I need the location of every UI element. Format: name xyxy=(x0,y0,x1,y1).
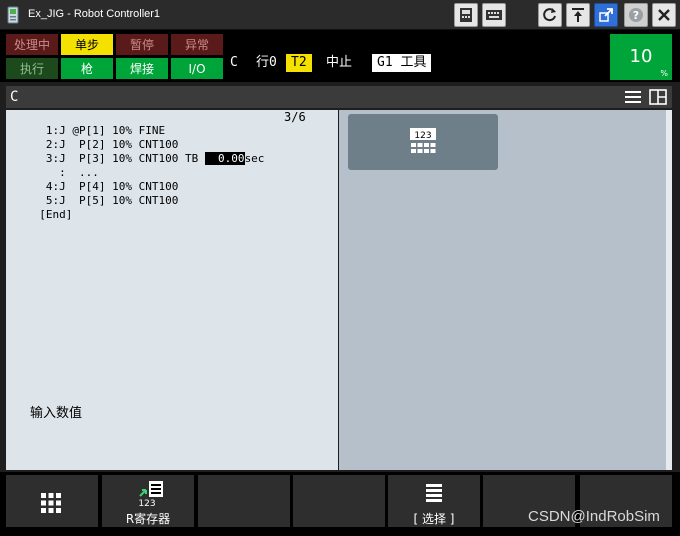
program-line[interactable]: 5:J P[5] 10% CNT100 xyxy=(26,194,178,207)
editor-title: C xyxy=(10,89,19,105)
lamp-run: 执行 xyxy=(6,58,58,79)
hamburger-menu-icon[interactable] xyxy=(624,89,642,105)
program-line[interactable]: 3:J P[3] 10% CNT100 TB 0.00sec xyxy=(26,152,264,165)
app-icon xyxy=(7,6,19,24)
external-button[interactable] xyxy=(594,3,618,27)
watermark: CSDN@IndRobSim xyxy=(528,508,660,525)
status-bar: 处理中 单步 暂停 异常 执行 枪 焊接 I/O C 行0 T2 中止 G1 工… xyxy=(0,30,680,82)
help-button[interactable]: ? xyxy=(624,3,648,27)
status-line: C 行0 T2 中止 G1 工具 xyxy=(230,54,432,74)
program-end: [End] xyxy=(26,208,73,221)
title-bar: Ex_JIG - Robot Controller1 ? xyxy=(0,0,680,30)
register-icon-text: 123 xyxy=(138,499,155,506)
teach-pendant-button[interactable] xyxy=(454,3,478,27)
numpad-button[interactable]: 123 xyxy=(348,114,498,170)
reset-view-button[interactable] xyxy=(538,3,562,27)
status-mode: T2 xyxy=(286,54,312,72)
list-icon xyxy=(426,484,442,502)
override-unit: % xyxy=(660,69,668,78)
fkey-4[interactable] xyxy=(293,475,385,527)
fkey-select[interactable]: [ 选择 ] xyxy=(388,475,480,527)
override-value: 10 xyxy=(629,46,653,67)
status-group: G1 工具 xyxy=(372,54,432,72)
close-button[interactable] xyxy=(652,3,676,27)
override-indicator[interactable]: 10 % xyxy=(610,34,672,80)
lamp-hold: 暂停 xyxy=(116,34,168,55)
input-prompt: 输入数值 xyxy=(30,406,83,421)
tp-icon xyxy=(460,8,472,22)
status-program: C xyxy=(230,55,238,70)
program-line[interactable]: : ... xyxy=(26,166,99,179)
status-state: 中止 xyxy=(326,55,353,70)
restore-icon xyxy=(572,8,584,22)
svg-text:?: ? xyxy=(633,9,639,22)
lamp-io: I/O xyxy=(171,58,223,79)
reset-icon xyxy=(543,8,556,22)
keyboard-button[interactable] xyxy=(482,3,506,27)
register-icon: 123 xyxy=(138,481,163,506)
status-line-number: 行0 xyxy=(256,55,277,70)
fkey-3[interactable] xyxy=(198,475,290,527)
numpad-icon: 123 xyxy=(410,128,436,153)
split-view-icon[interactable] xyxy=(649,89,667,105)
fkey-menu[interactable] xyxy=(6,475,98,527)
lamp-busy: 处理中 xyxy=(6,34,58,55)
fkey-register[interactable]: 123 R寄存器 xyxy=(102,475,194,527)
program-line[interactable]: 2:J P[2] 10% CNT100 xyxy=(26,138,178,151)
editor-header: C xyxy=(6,86,672,108)
lamp-weld: 焊接 xyxy=(116,58,168,79)
close-icon xyxy=(658,9,670,21)
scrollbar[interactable] xyxy=(666,110,672,470)
program-line[interactable]: 1:J @P[1] 10% FINE xyxy=(26,124,165,137)
window-title: Ex_JIG - Robot Controller1 xyxy=(28,8,161,20)
tb-value-field[interactable]: 0.00 xyxy=(204,152,245,165)
program-editor[interactable]: 3/6 1:J @P[1] 10% FINE 2:J P[2] 10% CNT1… xyxy=(6,110,338,470)
program-line[interactable]: 4:J P[4] 10% CNT100 xyxy=(26,180,178,193)
restore-button[interactable] xyxy=(566,3,590,27)
page-indicator: 3/6 xyxy=(284,110,306,124)
keyboard-icon xyxy=(486,10,502,20)
tb-unit: sec xyxy=(244,152,265,165)
fkey-select-label: [ 选择 ] xyxy=(413,512,455,526)
program-listing: 1:J @P[1] 10% FINE 2:J P[2] 10% CNT100 3… xyxy=(26,124,264,222)
lamp-gun: 枪 xyxy=(61,58,113,79)
grid-menu-icon xyxy=(41,493,61,513)
numpad-label: 123 xyxy=(414,131,431,141)
function-key-bar: 123 R寄存器 [ 选择 ] xyxy=(0,472,680,536)
lamp-fault: 异常 xyxy=(171,34,223,55)
right-panel: 123 xyxy=(339,110,666,470)
fkey-register-label: R寄存器 xyxy=(125,512,171,526)
external-icon xyxy=(599,8,613,22)
lamp-step: 单步 xyxy=(61,34,113,55)
help-icon: ? xyxy=(629,8,643,22)
